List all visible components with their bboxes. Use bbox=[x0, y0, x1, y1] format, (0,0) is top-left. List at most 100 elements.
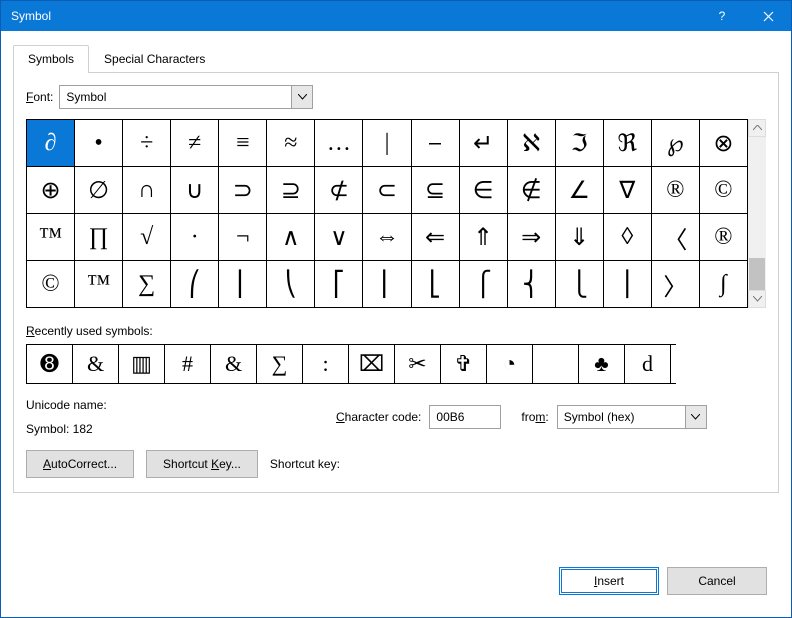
recent-cell[interactable]: & bbox=[211, 345, 257, 383]
tab-symbols[interactable]: Symbols bbox=[13, 45, 89, 73]
scrollbar[interactable] bbox=[748, 119, 766, 308]
font-combobox[interactable] bbox=[59, 85, 313, 109]
symbol-cell[interactable]: ⎝ bbox=[267, 261, 315, 308]
recent-cell[interactable]: & bbox=[73, 345, 119, 383]
symbol-cell[interactable]: ⊆ bbox=[412, 167, 460, 214]
symbol-cell[interactable]: ∫ bbox=[700, 261, 748, 308]
recent-cell[interactable]: ✞ bbox=[441, 345, 487, 383]
symbol-cell[interactable]: • bbox=[75, 120, 123, 167]
recent-label: Recently used symbols: bbox=[26, 324, 766, 338]
symbol-cell[interactable]: ∠ bbox=[556, 167, 604, 214]
symbol-cell[interactable]: ∅ bbox=[75, 167, 123, 214]
symbol-cell[interactable]: ∩ bbox=[123, 167, 171, 214]
symbol-cell[interactable]: ∧ bbox=[267, 214, 315, 261]
symbol-cell[interactable]: ⇓ bbox=[556, 214, 604, 261]
symbol-cell[interactable]: ⊂ bbox=[363, 167, 411, 214]
scroll-down-button[interactable] bbox=[748, 290, 766, 308]
symbol-cell[interactable]: ™ bbox=[27, 214, 75, 261]
symbol-cell[interactable]: ⎣ bbox=[412, 261, 460, 308]
help-button[interactable]: ? bbox=[699, 1, 745, 31]
symbol-cell[interactable]: ¬ bbox=[219, 214, 267, 261]
symbol-cell[interactable]: ↵ bbox=[460, 120, 508, 167]
symbol-cell[interactable]: ™ bbox=[75, 261, 123, 308]
recent-cell[interactable]: ➑ bbox=[27, 345, 73, 383]
symbol-cell[interactable]: ⎨ bbox=[508, 261, 556, 308]
recent-grid[interactable]: ➑&▥#&∑:⌧✂✞◔♣d bbox=[26, 344, 676, 384]
symbol-cell[interactable]: ⎛ bbox=[171, 261, 219, 308]
symbol-cell[interactable]: 〈 bbox=[652, 214, 700, 261]
font-dropdown-button[interactable] bbox=[291, 85, 313, 109]
symbol-cell[interactable]: ∏ bbox=[75, 214, 123, 261]
symbol-cell[interactable]: ® bbox=[652, 167, 700, 214]
recent-cell[interactable]: : bbox=[303, 345, 349, 383]
font-input[interactable] bbox=[59, 85, 313, 109]
shortcut-key-button[interactable]: Shortcut Key... bbox=[146, 450, 258, 478]
symbol-cell[interactable]: ⊇ bbox=[267, 167, 315, 214]
scroll-track[interactable] bbox=[748, 137, 766, 290]
symbol-grid[interactable]: ∂•÷≠≡≈…|⎯↵ℵℑℜ℘⊗⊕∅∩∪⊃⊇⊄⊂⊆∈∉∠∇®©™∏√·¬∧∨⇔⇐⇑… bbox=[26, 119, 748, 308]
symbol-cell[interactable]: ℘ bbox=[652, 120, 700, 167]
symbol-cell[interactable]: √ bbox=[123, 214, 171, 261]
symbol-cell[interactable]: ≠ bbox=[171, 120, 219, 167]
symbol-cell[interactable]: © bbox=[27, 261, 75, 308]
insert-button[interactable]: Insert bbox=[559, 567, 659, 595]
symbol-cell[interactable]: ℜ bbox=[604, 120, 652, 167]
symbol-cell[interactable]: ⊃ bbox=[219, 167, 267, 214]
symbol-cell[interactable]: ⊕ bbox=[27, 167, 75, 214]
symbol-cell[interactable]: ⇑ bbox=[460, 214, 508, 261]
symbol-cell[interactable]: ≡ bbox=[219, 120, 267, 167]
recent-cell[interactable]: ⌧ bbox=[349, 345, 395, 383]
symbol-cell[interactable]: … bbox=[315, 120, 363, 167]
symbol-cell[interactable]: ∈ bbox=[460, 167, 508, 214]
shortcut-key-label: Shortcut key: bbox=[270, 457, 340, 471]
recent-cell[interactable]: d bbox=[625, 345, 671, 383]
symbol-cell[interactable]: ⎡ bbox=[315, 261, 363, 308]
symbol-cell[interactable]: ⎩ bbox=[556, 261, 604, 308]
symbol-cell[interactable]: | bbox=[363, 120, 411, 167]
symbol-cell[interactable]: ℑ bbox=[556, 120, 604, 167]
symbol-cell[interactable]: ∇ bbox=[604, 167, 652, 214]
symbol-cell[interactable]: ℵ bbox=[508, 120, 556, 167]
symbol-cell[interactable]: 〉 bbox=[652, 261, 700, 308]
symbol-cell[interactable]: ∑ bbox=[123, 261, 171, 308]
scroll-up-button[interactable] bbox=[748, 119, 766, 137]
tab-special-characters[interactable]: Special Characters bbox=[89, 45, 220, 73]
symbol-cell[interactable]: ⎧ bbox=[460, 261, 508, 308]
symbol-cell[interactable]: ∉ bbox=[508, 167, 556, 214]
scroll-thumb[interactable] bbox=[749, 258, 765, 290]
from-combobox[interactable] bbox=[557, 405, 707, 429]
symbol-cell[interactable]: ⎯ bbox=[412, 120, 460, 167]
recent-cell[interactable]: ✂ bbox=[395, 345, 441, 383]
from-dropdown-button[interactable] bbox=[685, 405, 707, 429]
charcode-input[interactable] bbox=[429, 405, 501, 429]
symbol-cell[interactable]: · bbox=[171, 214, 219, 261]
symbol-cell[interactable]: ⇐ bbox=[412, 214, 460, 261]
symbol-cell[interactable]: ⇔ bbox=[363, 214, 411, 261]
recent-cell[interactable]: # bbox=[165, 345, 211, 383]
autocorrect-button[interactable]: AutoCorrect... bbox=[26, 450, 134, 478]
recent-cell[interactable]: ♣ bbox=[579, 345, 625, 383]
from-label: from: bbox=[521, 410, 548, 424]
symbol-cell[interactable]: ∪ bbox=[171, 167, 219, 214]
symbol-cell[interactable]: ∂ bbox=[27, 120, 75, 167]
close-button[interactable] bbox=[745, 1, 791, 31]
recent-cell[interactable] bbox=[533, 345, 579, 383]
symbol-cell[interactable]: ∨ bbox=[315, 214, 363, 261]
cancel-button[interactable]: Cancel bbox=[667, 567, 767, 595]
symbol-cell[interactable]: ® bbox=[700, 214, 748, 261]
symbol-cell[interactable]: © bbox=[700, 167, 748, 214]
symbol-cell[interactable]: ÷ bbox=[123, 120, 171, 167]
symbol-cell[interactable]: ◊ bbox=[604, 214, 652, 261]
symbol-cell[interactable]: ⎜ bbox=[219, 261, 267, 308]
symbol-cell[interactable]: ⊄ bbox=[315, 167, 363, 214]
symbol-cell[interactable]: ⎢ bbox=[363, 261, 411, 308]
recent-cell[interactable]: ◔ bbox=[487, 345, 533, 383]
recent-cell[interactable]: ▥ bbox=[119, 345, 165, 383]
recent-cell[interactable]: ∑ bbox=[257, 345, 303, 383]
symbol-cell[interactable]: ⇒ bbox=[508, 214, 556, 261]
symbol-cell[interactable]: ⊗ bbox=[700, 120, 748, 167]
symbol-cell[interactable]: ≈ bbox=[267, 120, 315, 167]
symbol-cell[interactable]: ⎪ bbox=[604, 261, 652, 308]
titlebar: Symbol ? bbox=[1, 1, 791, 31]
unicode-name-value: Symbol: 182 bbox=[26, 422, 326, 436]
